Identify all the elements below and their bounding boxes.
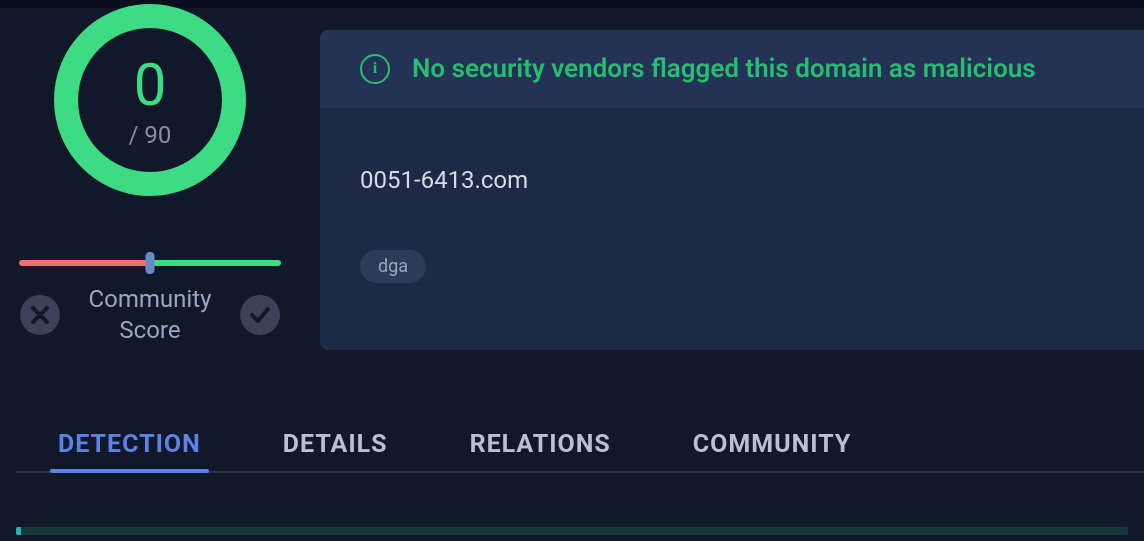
- score-circle-wrap: 0 / 90: [16, 8, 284, 200]
- vote-down-button[interactable]: [20, 295, 60, 335]
- tab-detection[interactable]: DETECTION: [58, 418, 201, 471]
- community-score-label: Community Score: [89, 284, 212, 346]
- safety-banner-text: No security vendors flagged this domain …: [412, 54, 1036, 84]
- domain-info: 0051-6413.com dga: [320, 108, 1144, 313]
- tab-community[interactable]: COMMUNITY: [693, 418, 852, 471]
- community-label-line1: Community: [89, 284, 212, 315]
- info-icon: i: [360, 54, 390, 84]
- safety-banner: i No security vendors flagged this domai…: [320, 30, 1144, 108]
- vote-up-button[interactable]: [240, 295, 280, 335]
- community-vote-row: Community Score: [16, 284, 284, 346]
- tab-bar: DETECTION DETAILS RELATIONS COMMUNITY: [16, 418, 1144, 473]
- tab-relations[interactable]: RELATIONS: [470, 418, 611, 471]
- community-score-bar: [19, 260, 281, 266]
- detection-score-circle: 0 / 90: [50, 0, 250, 200]
- top-notice-text: Did you intend to search across the fil: [755, 0, 1124, 1]
- close-icon: [28, 303, 52, 327]
- domain-name: 0051-6413.com: [360, 166, 1104, 194]
- community-score-knob: [146, 252, 155, 274]
- score-value: 0: [134, 57, 167, 115]
- tag-list: dga: [360, 250, 1104, 283]
- main-info-panel: i No security vendors flagged this domai…: [320, 30, 1144, 350]
- score-denominator: / 90: [129, 121, 172, 149]
- tab-details[interactable]: DETAILS: [283, 418, 388, 471]
- score-panel: 0 / 90 Community Score: [0, 8, 300, 346]
- check-icon: [248, 303, 272, 327]
- score-text-wrap: 0 / 90: [50, 0, 250, 200]
- tag-dga[interactable]: dga: [360, 250, 426, 283]
- community-label-line2: Score: [89, 315, 212, 346]
- section-accent-bar: [16, 527, 1128, 535]
